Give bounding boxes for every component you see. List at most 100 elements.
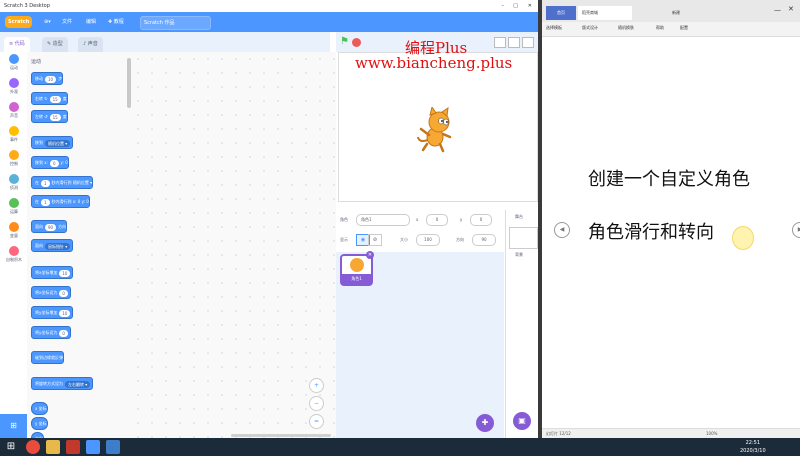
delete-sprite-icon[interactable]: ✕ — [366, 251, 374, 259]
chrome-icon[interactable] — [26, 440, 40, 454]
category-my-blocks[interactable]: 自制积木 — [4, 246, 24, 270]
block-input[interactable]: 10 — [45, 75, 57, 83]
block-input[interactable]: 10 — [59, 269, 71, 277]
show-hidden-icon[interactable]: ⊘ — [368, 234, 382, 246]
block-text: 秒内滑行到 x: 0 y: 0 — [51, 199, 89, 204]
block-input[interactable]: 10 — [59, 309, 71, 317]
wps-icon[interactable] — [66, 440, 80, 454]
reporter-x-position[interactable]: x 坐标 — [31, 402, 48, 415]
large-stage-icon[interactable] — [508, 37, 520, 48]
tab-code[interactable]: ≡ 代码 — [4, 37, 30, 52]
minimize-icon[interactable]: – — [502, 0, 505, 12]
block-input[interactable]: 0 — [50, 159, 59, 167]
globe-icon[interactable]: ⊕▾ — [44, 12, 51, 32]
palette-header: 运动 — [31, 59, 42, 65]
tab-docer[interactable]: 稻壳商城 — [578, 6, 632, 20]
maximize-icon[interactable]: □ — [513, 0, 518, 12]
size-input[interactable]: 100 — [416, 234, 440, 246]
block-turn-left[interactable]: 左转 ↺ 15 度 — [31, 110, 68, 123]
block-dropdown[interactable]: 随机位置 ▾ — [45, 139, 71, 147]
block-set-rotation-style[interactable]: 将旋转方式设为 左右翻转 ▾ — [31, 377, 94, 390]
toolbar-select-template[interactable]: 选择模板 — [546, 25, 562, 31]
toolbar-random-skin[interactable]: 随机换肤 — [618, 25, 634, 31]
block-point-towards[interactable]: 面向 鼠标指针 ▾ — [31, 239, 74, 252]
small-stage-icon[interactable] — [494, 37, 506, 48]
scratch-taskbar-icon[interactable] — [86, 440, 100, 454]
scratch-logo[interactable]: Scratch — [5, 16, 33, 28]
reporter-y-position[interactable]: y 坐标 — [31, 417, 48, 430]
block-input[interactable]: 1 — [41, 179, 50, 187]
close-icon[interactable]: ✕ — [528, 0, 532, 12]
tutorials-menu[interactable]: ✚ 教程 — [108, 12, 124, 32]
block-glide-to-xy[interactable]: 在 1 秒内滑行到 x: 0 y: 0 — [31, 195, 90, 208]
toolbar-config[interactable]: 配置 — [680, 25, 688, 31]
stop-icon[interactable] — [352, 38, 361, 47]
cat-sprite[interactable] — [415, 107, 461, 153]
project-title-input[interactable]: Scratch 作品 — [140, 16, 211, 30]
add-sprite-button[interactable]: ✚ — [476, 414, 494, 432]
block-set-x[interactable]: 将x坐标设为 0 — [31, 286, 71, 299]
direction-input[interactable]: 90 — [472, 234, 496, 246]
category-motion[interactable]: 运动 — [4, 54, 24, 78]
sprite-name-input[interactable]: 角色1 — [356, 214, 410, 226]
app-icon[interactable] — [106, 440, 120, 454]
toolbar-help[interactable]: 帮助 — [656, 25, 664, 31]
block-change-y[interactable]: 将y坐标增加 10 — [31, 306, 74, 319]
tab-sounds[interactable]: ♪ 声音 — [78, 37, 103, 52]
add-extension-button[interactable]: ⊞ — [0, 414, 27, 438]
script-area[interactable]: + − = — [131, 52, 336, 438]
sprite-thumbnail[interactable]: 角色1 ✕ — [340, 251, 374, 286]
clock[interactable]: 22:51 2020/3/10 — [740, 439, 766, 455]
category-events[interactable]: 事件 — [4, 126, 24, 150]
script-scrollbar[interactable] — [231, 434, 331, 437]
block-dropdown[interactable]: 鼠标指针 ▾ — [45, 242, 71, 250]
green-flag-icon[interactable]: ⚑ — [340, 36, 349, 47]
block-input[interactable]: 1 — [41, 198, 50, 206]
category-operators[interactable]: 运算 — [4, 198, 24, 222]
block-bounce-on-edge[interactable]: 碰到边缘就反弹 — [31, 351, 64, 364]
minimize-icon[interactable]: — — [774, 6, 781, 14]
block-change-x[interactable]: 将x坐标增加 10 — [31, 266, 74, 279]
y-input[interactable]: 0 — [470, 214, 492, 226]
folder-icon[interactable] — [46, 440, 60, 454]
toolbar-layout[interactable]: 版式设计 — [582, 25, 598, 31]
zoom-reset-icon[interactable]: = — [309, 414, 324, 429]
category-looks[interactable]: 外观 — [4, 78, 24, 102]
edit-menu[interactable]: 编辑 — [86, 12, 96, 32]
block-input[interactable]: 15 — [49, 95, 61, 103]
category-sound[interactable]: 声音 — [4, 102, 24, 126]
category-my-blocks-label: 自制积木 — [6, 257, 22, 262]
block-input[interactable]: 15 — [49, 113, 61, 121]
presentation-toolbar: 选择模板 版式设计 随机换肤 帮助 配置 — [542, 22, 800, 37]
block-input[interactable]: 90 — [45, 223, 57, 231]
block-glide-to[interactable]: 在 1 秒内滑行到 随机位置 ▾ — [31, 176, 94, 189]
category-sensing[interactable]: 侦测 — [4, 174, 24, 198]
add-backdrop-button[interactable]: ▣ — [513, 412, 531, 430]
file-menu[interactable]: 文件 — [62, 12, 72, 32]
close-icon[interactable]: ✕ — [788, 5, 794, 13]
slide-canvas[interactable]: 创建一个自定义角色 角色滑行和转向 ◀ ▶ — [542, 40, 800, 426]
block-point-direction[interactable]: 面向 90 方向 — [31, 220, 68, 233]
backdrop-thumbnail[interactable] — [509, 227, 538, 249]
prev-slide-icon[interactable]: ◀ — [554, 222, 570, 238]
block-go-to-xy[interactable]: 移到 x: 0 y: 0 — [31, 156, 69, 169]
tab-home[interactable]: 首页 — [546, 6, 576, 20]
zoom-out-icon[interactable]: − — [309, 396, 324, 411]
block-input[interactable]: 0 — [59, 289, 68, 297]
category-variables[interactable]: 变量 — [4, 222, 24, 246]
tab-costumes[interactable]: ✎ 造型 — [42, 37, 68, 52]
fullscreen-icon[interactable] — [522, 37, 534, 48]
block-move-steps[interactable]: 移动 10 步 — [31, 72, 64, 85]
zoom-in-icon[interactable]: + — [309, 378, 324, 393]
block-dropdown[interactable]: 左右翻转 ▾ — [65, 380, 91, 388]
tab-new[interactable]: 新建 — [672, 6, 712, 20]
next-slide-icon[interactable]: ▶ — [792, 222, 800, 238]
x-input[interactable]: 0 — [426, 214, 448, 226]
block-input[interactable]: 0 — [59, 329, 68, 337]
block-go-to[interactable]: 移到 随机位置 ▾ — [31, 136, 74, 149]
start-icon[interactable]: ⊞ — [4, 440, 18, 454]
block-turn-right[interactable]: 右转 ↻ 15 度 — [31, 92, 68, 105]
block-set-y[interactable]: 将y坐标设为 0 — [31, 326, 71, 339]
category-control[interactable]: 控制 — [4, 150, 24, 174]
stage[interactable]: 编程Plus www.biancheng.plus — [338, 39, 538, 202]
